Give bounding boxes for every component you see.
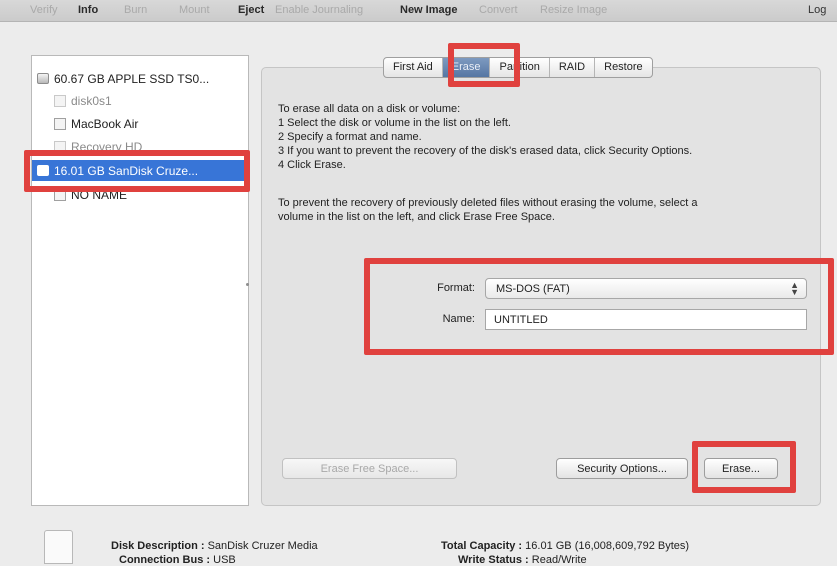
security-options-button[interactable]: Security Options...: [556, 458, 688, 479]
write-status-label: Write Status :: [458, 554, 529, 566]
highlight-box-erase-tab: [448, 43, 520, 87]
disk-description-row: Disk Description : SanDisk Cruzer Media: [111, 540, 318, 552]
erase-free-space-instructions-1: To prevent the recovery of previously de…: [278, 197, 698, 209]
new-image-button[interactable]: New Image: [400, 4, 457, 16]
sidebar-item-label: 60.67 GB APPLE SSD TS0...: [54, 71, 210, 86]
info-button[interactable]: Info: [78, 4, 98, 16]
resize-image-button[interactable]: Resize Image: [540, 4, 607, 16]
tab-restore[interactable]: Restore: [595, 58, 652, 77]
highlight-box-erase-button: [692, 441, 796, 493]
sidebar-item-disk0s1[interactable]: disk0s1: [32, 90, 248, 111]
mount-button[interactable]: Mount: [179, 4, 210, 16]
erase-free-space-instructions-2: volume in the list on the left, and clic…: [278, 211, 555, 223]
volume-icon: [54, 94, 66, 107]
convert-button[interactable]: Convert: [479, 4, 518, 16]
sidebar-item-label: disk0s1: [71, 93, 112, 108]
total-capacity-value: 16.01 GB (16,008,609,792 Bytes): [525, 540, 690, 552]
tab-raid[interactable]: RAID: [550, 58, 596, 77]
verify-button[interactable]: Verify: [30, 4, 58, 16]
burn-button[interactable]: Burn: [124, 4, 147, 16]
erase-instructions-step-1: 1 Select the disk or volume in the list …: [278, 117, 511, 129]
disk-list-sidebar: 60.67 GB APPLE SSD TS0... disk0s1 MacBoo…: [31, 55, 249, 506]
enable-journaling-button[interactable]: Enable Journaling: [275, 4, 363, 16]
sidebar-item-macbook-air[interactable]: MacBook Air: [32, 113, 248, 134]
highlight-box-selected-disk: [24, 150, 250, 192]
splitter-handle[interactable]: [246, 283, 249, 286]
log-button[interactable]: Log: [808, 4, 826, 16]
erase-instructions-step-2: 2 Specify a format and name.: [278, 131, 422, 143]
eject-button[interactable]: Eject: [238, 4, 264, 16]
connection-bus-row: Connection Bus : USB: [119, 554, 236, 566]
disk-description-label: Disk Description :: [111, 540, 205, 552]
erase-instructions-step-3: 3 If you want to prevent the recovery of…: [278, 145, 693, 157]
erase-instructions-step-4: 4 Click Erase.: [278, 159, 346, 171]
volume-icon: [54, 117, 66, 130]
write-status-row: Write Status : Read/Write: [458, 554, 587, 566]
total-capacity-row: Total Capacity : 16.01 GB (16,008,609,79…: [441, 540, 689, 552]
tab-first-aid[interactable]: First Aid: [384, 58, 443, 77]
disk-description-value: SanDisk Cruzer Media: [207, 540, 318, 552]
toolbar: Verify Info Burn Mount Eject Enable Jour…: [0, 0, 837, 22]
connection-bus-label: Connection Bus :: [119, 554, 211, 566]
hard-drive-icon: [37, 73, 49, 84]
total-capacity-label: Total Capacity :: [441, 540, 523, 552]
connection-bus-value: USB: [213, 554, 236, 566]
sidebar-item-label: MacBook Air: [71, 116, 139, 131]
erase-instructions-intro: To erase all data on a disk or volume:: [278, 103, 461, 115]
erase-free-space-button[interactable]: Erase Free Space...: [282, 458, 457, 479]
highlight-box-format-name: [364, 258, 834, 355]
write-status-value: Read/Write: [531, 554, 587, 566]
usb-drive-icon: [44, 530, 73, 564]
sidebar-item-apple-ssd[interactable]: 60.67 GB APPLE SSD TS0...: [32, 68, 248, 89]
